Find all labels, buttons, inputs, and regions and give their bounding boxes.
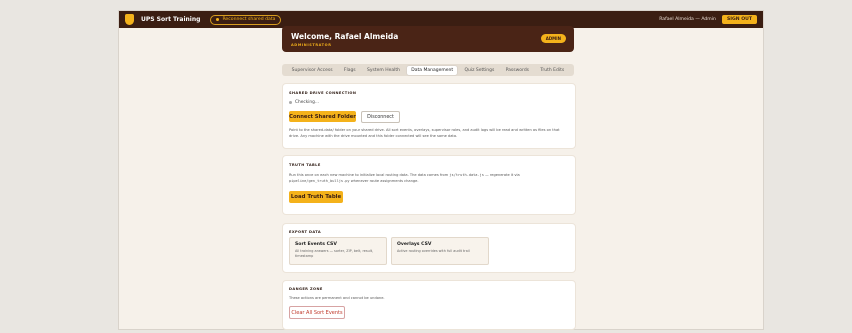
tab-system-health[interactable]: System Health	[363, 66, 404, 75]
export-sort-events-button[interactable]: Sort Events CSV All training answers — s…	[289, 237, 387, 265]
truth-desc-code: pipeline/gen_truth_bulljs.py	[289, 179, 350, 183]
export-title: Overlays CSV	[397, 242, 432, 247]
drive-status: Checking...	[289, 100, 319, 105]
truth-desc-text: whenever route assignments change.	[349, 179, 419, 183]
ups-shield-icon	[125, 14, 134, 25]
status-dot-icon	[289, 101, 292, 104]
shared-drive-card: SHARED DRIVE CONNECTION Checking... Conn…	[282, 83, 576, 149]
export-description: Active routing overrides with full audit…	[397, 249, 470, 253]
danger-zone-card: DANGER ZONE These actions are permanent …	[282, 280, 576, 330]
truth-desc-text: — regenerate it via	[483, 173, 520, 177]
tab-data-management[interactable]: Data Management	[407, 65, 458, 75]
card-title: SHARED DRIVE CONNECTION	[289, 91, 357, 95]
truth-description: Run this once on each new machine to ini…	[289, 172, 569, 184]
welcome-banner: Welcome, Rafael Almeida ADMINISTRATOR AD…	[282, 26, 574, 52]
drive-status-text: Checking...	[295, 100, 319, 105]
role-badge: ADMIN	[540, 34, 566, 43]
tab-supervisor-access[interactable]: Supervisor Access	[288, 66, 337, 75]
welcome-role: ADMINISTRATOR	[291, 43, 332, 47]
disconnect-button[interactable]: Disconnect	[361, 111, 400, 123]
danger-description: These actions are permanent and cannot b…	[289, 296, 385, 300]
connect-shared-folder-button[interactable]: Connect Shared Folder	[289, 111, 356, 122]
main-content: Welcome, Rafael Almeida ADMINISTRATOR AD…	[282, 17, 576, 330]
clear-all-sort-events-button[interactable]: Clear All Sort Events	[289, 306, 345, 319]
sign-out-button[interactable]: SIGN OUT	[721, 15, 757, 24]
truth-desc-code: js/truth-data.js	[449, 173, 484, 177]
export-title: Sort Events CSV	[295, 242, 337, 247]
card-title: TRUTH TABLE	[289, 163, 321, 167]
user-label: Rafael Almeida — Admin	[659, 17, 716, 22]
export-overlays-button[interactable]: Overlays CSV Active routing overrides wi…	[391, 237, 489, 265]
app-title: UPS Sort Training	[141, 16, 201, 23]
truth-table-card: TRUTH TABLE Run this once on each new ma…	[282, 155, 576, 215]
tab-truth-edits[interactable]: Truth Edits	[536, 66, 568, 75]
tab-flags[interactable]: Flags	[340, 66, 360, 75]
export-data-card: EXPORT DATA Sort Events CSV All training…	[282, 223, 576, 273]
tab-bar: Supervisor Access Flags System Health Da…	[282, 64, 574, 76]
drive-description: Point to the shared-data/ folder on your…	[289, 128, 560, 138]
status-dot-icon	[216, 18, 220, 21]
reconnect-button[interactable]: Reconnect shared data	[210, 14, 282, 25]
tab-quiz-settings[interactable]: Quiz Settings	[460, 66, 498, 75]
tab-passwords[interactable]: Passwords	[502, 66, 533, 75]
card-title: DANGER ZONE	[289, 287, 323, 291]
load-truth-table-button[interactable]: Load Truth Table	[289, 191, 343, 203]
reconnect-label: Reconnect shared data	[222, 17, 276, 22]
card-title: EXPORT DATA	[289, 230, 322, 234]
truth-desc-text: Run this once on each new machine to ini…	[289, 173, 450, 177]
export-description: All training answers — sorter, ZIP, belt…	[295, 249, 374, 258]
welcome-title: Welcome, Rafael Almeida	[291, 32, 399, 41]
